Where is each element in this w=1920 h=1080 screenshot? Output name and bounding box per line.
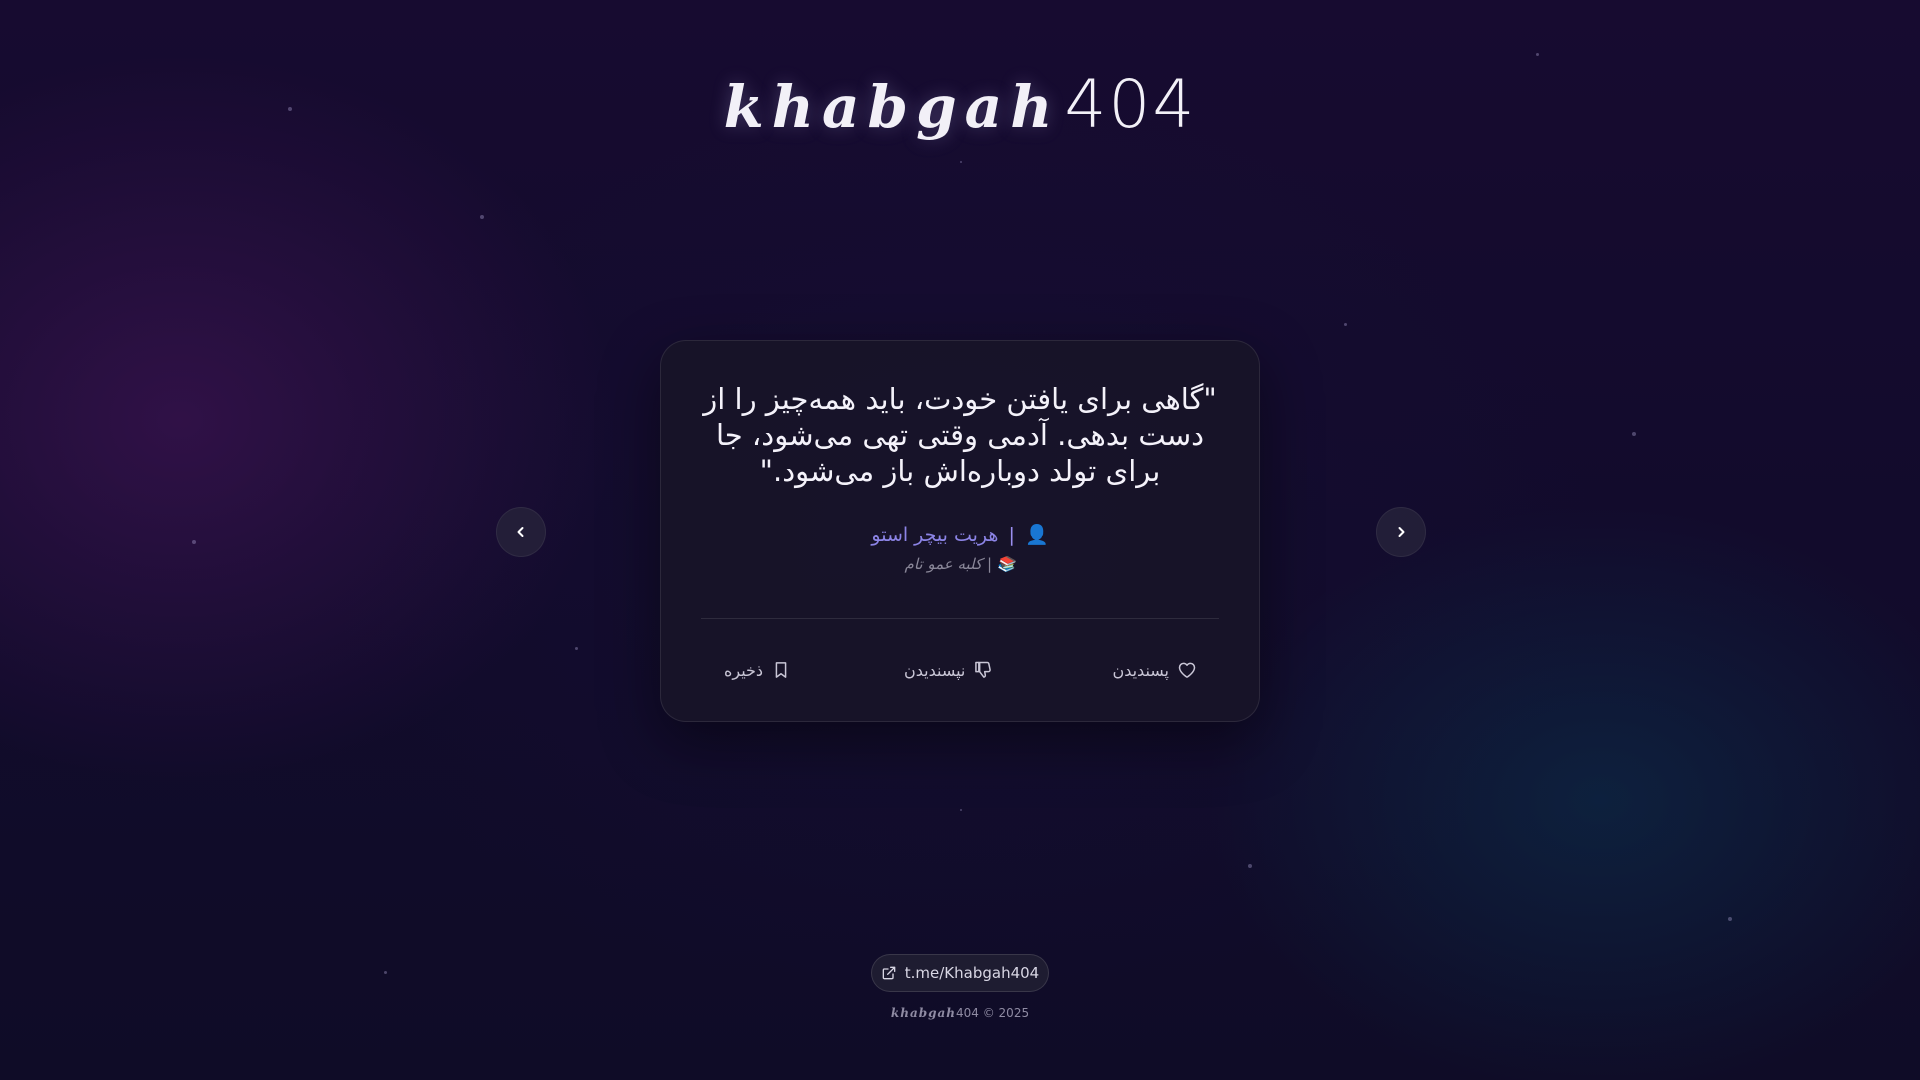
telegram-link-button[interactable]: t.me/Khabgah404 <box>871 954 1049 992</box>
background-star <box>960 161 962 163</box>
background-star <box>1728 917 1732 921</box>
source-title: کلبه عمو تام <box>904 555 983 573</box>
dislike-button[interactable]: نپسندیدن <box>904 649 993 691</box>
chevron-left-icon <box>517 527 524 537</box>
external-link-icon <box>882 966 896 980</box>
background-star <box>1248 864 1252 868</box>
save-button[interactable]: ذخیره <box>724 649 791 691</box>
source-separator: | <box>986 555 992 573</box>
background-star <box>480 215 484 219</box>
thumbs-down-icon <box>975 661 992 678</box>
background-star <box>1344 323 1347 326</box>
previous-quote-button[interactable] <box>496 507 546 557</box>
background-star <box>384 971 387 974</box>
logo-word: khabgah <box>723 73 1061 141</box>
background-star <box>192 540 196 544</box>
copyright-notice: khabgah404 © 2025 <box>0 1006 1920 1020</box>
background-star <box>1536 53 1539 56</box>
like-button[interactable]: پسندیدن <box>1112 649 1197 691</box>
copyright-brand-number: 404 <box>956 1006 979 1020</box>
card-divider <box>701 618 1219 619</box>
quote-text: "گاهی برای یافتن خودت، باید همه‌چیز را ا… <box>703 382 1217 488</box>
copyright-year: © 2025 <box>978 1006 1030 1020</box>
author-separator: | <box>1008 524 1015 546</box>
site-logo: khabgah404 <box>0 72 1920 138</box>
author-name[interactable]: هریت بیچر استو <box>871 524 998 546</box>
book-icon: 📚 <box>996 555 1016 573</box>
quote-source: 📚 | کلبه عمو تام <box>661 555 1259 573</box>
next-quote-button[interactable] <box>1376 507 1426 557</box>
bookmark-icon <box>775 662 787 678</box>
background-star <box>575 647 578 650</box>
telegram-link-text: t.me/Khabgah404 <box>904 964 1040 982</box>
copyright-brand-word: khabgah <box>890 1006 957 1020</box>
background-star <box>960 809 962 811</box>
quote-card: "گاهی برای یافتن خودت، باید همه‌چیز را ا… <box>660 340 1260 722</box>
heart-icon <box>1178 662 1196 678</box>
quote-author: 👤 | هریت بیچر استو <box>661 523 1259 546</box>
background-star <box>1632 432 1636 436</box>
like-label: پسندیدن <box>1112 660 1169 680</box>
save-label: ذخیره <box>724 660 764 680</box>
dislike-label: نپسندیدن <box>904 660 966 680</box>
author-icon: 👤 <box>1024 524 1049 546</box>
logo-number: 404 <box>1064 66 1197 143</box>
chevron-right-icon <box>1398 527 1405 537</box>
